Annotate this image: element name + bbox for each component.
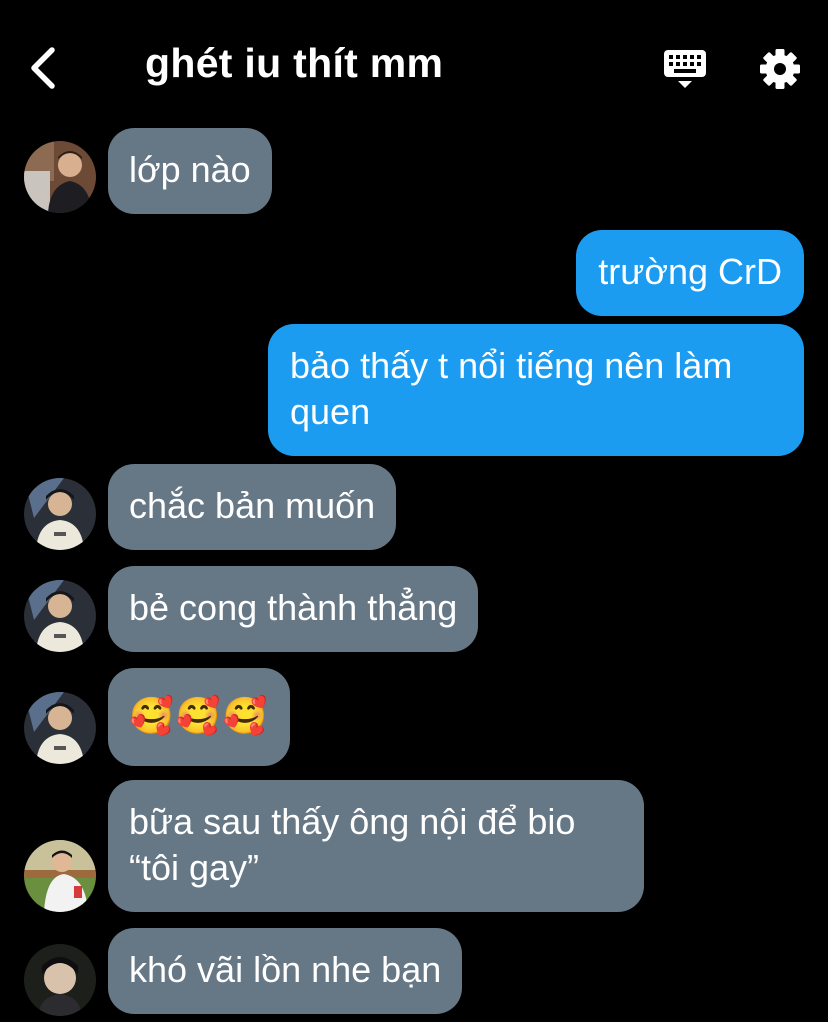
avatar[interactable] <box>24 692 96 764</box>
avatar[interactable] <box>24 944 96 1016</box>
message-bubble-incoming[interactable]: khó vãi lồn nhe bạn <box>108 928 463 1014</box>
avatar[interactable] <box>24 478 96 550</box>
avatar[interactable] <box>24 840 96 912</box>
message-list: lớp nào trường CrD bảo thấy t nổi tiếng … <box>0 0 828 1022</box>
avatar[interactable] <box>24 141 96 213</box>
message-bubble-incoming[interactable]: bẻ cong thành thẳng <box>108 566 479 652</box>
message-bubble-incoming[interactable]: lớp nào <box>108 128 272 214</box>
message-bubble-outgoing[interactable]: bảo thấy t nổi tiếng nên làm quen <box>268 324 804 456</box>
message-bubble-incoming[interactable]: bữa sau thấy ông nội để bio “tôi gay” <box>108 780 644 912</box>
avatar[interactable] <box>24 580 96 652</box>
message-bubble-incoming[interactable]: chắc bản muốn <box>108 464 397 550</box>
message-bubble-incoming[interactable]: 🥰🥰🥰 <box>108 668 291 766</box>
message-bubble-outgoing[interactable]: trường CrD <box>576 230 804 316</box>
